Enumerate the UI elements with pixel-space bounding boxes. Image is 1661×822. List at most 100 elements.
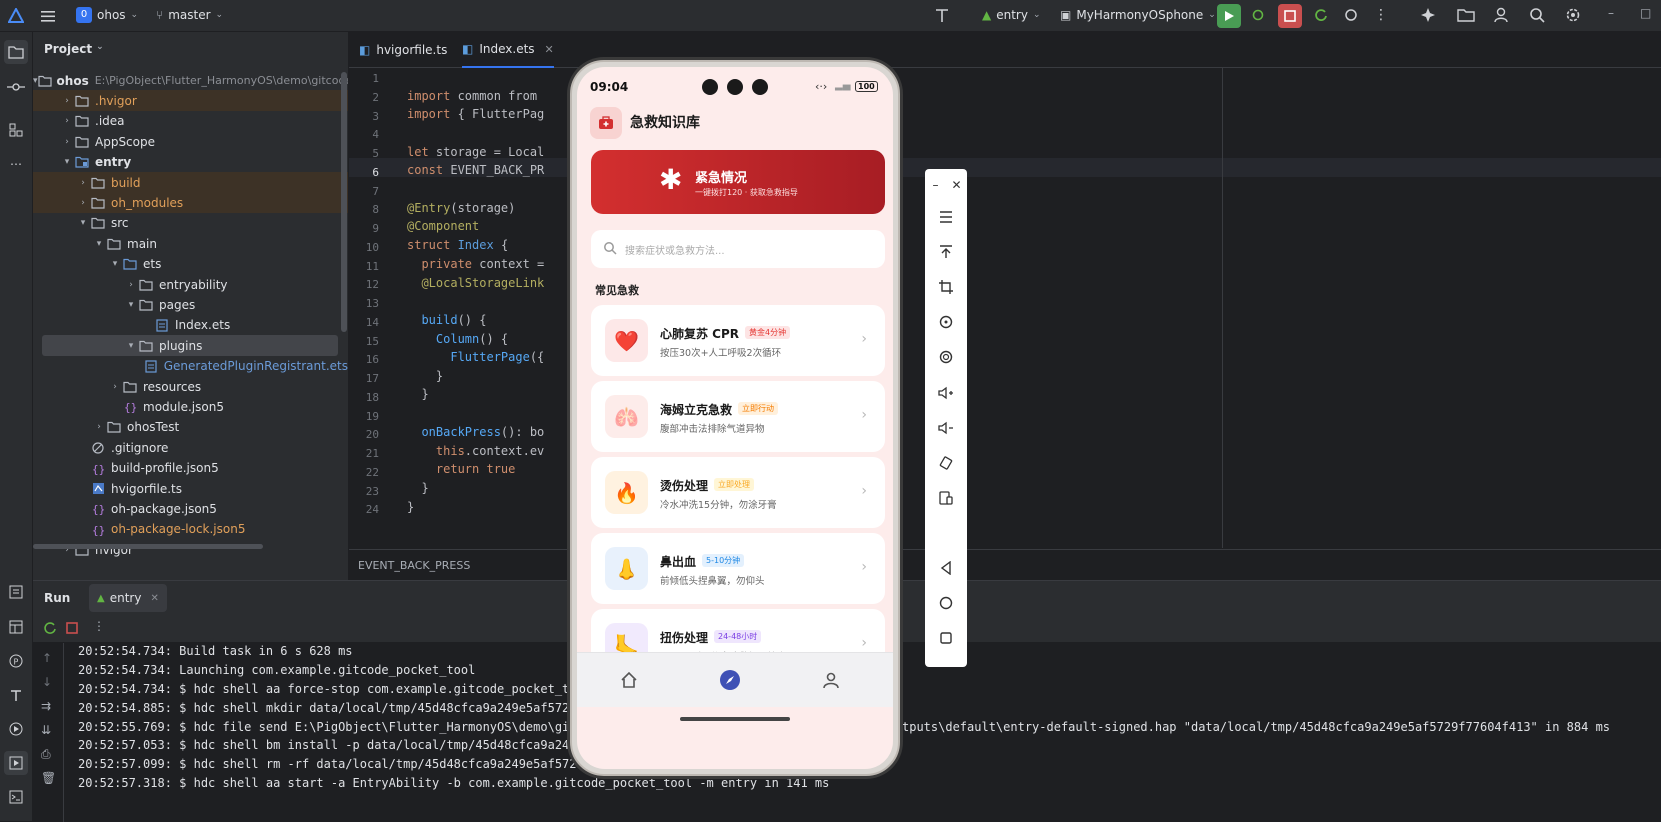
- run-config-selector[interactable]: ▲ entry ⌄: [982, 8, 1041, 22]
- tree-item[interactable]: › build: [33, 172, 348, 193]
- first-aid-card[interactable]: 👃 鼻出血 5-10分钟 前倾低头捏鼻翼，勿仰头 ›: [591, 533, 885, 604]
- soft-wrap-icon[interactable]: ⇉: [41, 699, 51, 713]
- chevron-right-icon[interactable]: ›: [124, 280, 138, 290]
- first-aid-card[interactable]: ❤️ 心肺复苏 CPR 黄金4分钟 按压30次+人工呼吸2次循环 ›: [591, 305, 885, 376]
- search-icon[interactable]: [1529, 7, 1545, 23]
- rerun-icon[interactable]: [43, 621, 57, 638]
- scroll-to-end-icon[interactable]: ⇊: [41, 723, 51, 737]
- project-selector[interactable]: 0 ohos ⌄: [76, 7, 138, 23]
- profiler-icon[interactable]: P: [4, 649, 28, 673]
- chevron-down-icon[interactable]: ▾: [124, 300, 138, 310]
- chevron-right-icon[interactable]: ›: [76, 198, 90, 208]
- notes-icon[interactable]: [4, 580, 28, 604]
- tree-item[interactable]: {} oh-package-lock.json5: [33, 519, 348, 540]
- pin-top-icon[interactable]: [925, 240, 967, 264]
- account-icon[interactable]: [1493, 7, 1509, 23]
- tree-item[interactable]: › ohosTest: [33, 417, 348, 438]
- arrow-down-icon[interactable]: ↓: [42, 675, 52, 689]
- tree-item[interactable]: {} build-profile.json5: [33, 458, 348, 479]
- chevron-right-icon[interactable]: ›: [108, 382, 122, 392]
- tab-hvigorfile[interactable]: ◧ hvigorfile.ts: [359, 32, 447, 68]
- screenshot-icon[interactable]: [925, 345, 967, 369]
- print-icon[interactable]: ⎙: [41, 747, 51, 762]
- structure-icon[interactable]: [4, 118, 28, 142]
- tree-item[interactable]: › entryability: [33, 274, 348, 295]
- build-hammer-icon[interactable]: [4, 683, 28, 707]
- device-selector[interactable]: ▣ MyHarmonyOSphone ⌄: [1060, 8, 1216, 22]
- tree-item[interactable]: .gitignore: [33, 437, 348, 458]
- volume-up-icon[interactable]: [925, 381, 967, 405]
- close-icon[interactable]: ✕: [545, 43, 554, 56]
- folder-sync-icon[interactable]: [1457, 7, 1475, 23]
- first-aid-card[interactable]: 🔥 烫伤处理 立即处理 冷水冲洗15分钟，勿涂牙膏 ›: [591, 457, 885, 528]
- rotate-device-icon[interactable]: [925, 451, 967, 475]
- main-menu-icon[interactable]: [40, 8, 56, 24]
- tree-item[interactable]: › .idea: [33, 111, 348, 132]
- breadcrumb-label[interactable]: EVENT_BACK_PRESS: [358, 559, 470, 572]
- close-icon[interactable]: ✕: [946, 173, 967, 197]
- more-vertical-icon[interactable]: ⋮: [1374, 7, 1388, 23]
- recents-icon[interactable]: [925, 626, 967, 650]
- more-vertical-icon[interactable]: ⋮: [93, 619, 105, 633]
- tree-item[interactable]: › .hvigor: [33, 90, 348, 112]
- run-tool-icon[interactable]: [4, 751, 28, 775]
- layout-icon[interactable]: [4, 615, 28, 639]
- tree-item[interactable]: ▾ pages: [33, 294, 348, 315]
- stop-icon[interactable]: [65, 621, 79, 638]
- multi-device-icon[interactable]: [925, 486, 967, 510]
- project-folder-icon[interactable]: [4, 40, 28, 64]
- tree-item[interactable]: › resources: [33, 376, 348, 397]
- stop-button[interactable]: [1278, 4, 1302, 28]
- text-tool-icon[interactable]: [934, 8, 952, 24]
- tree-item[interactable]: › AppScope: [33, 131, 348, 152]
- chevron-down-icon[interactable]: ▾: [124, 341, 138, 351]
- branch-selector[interactable]: ⑂ master ⌄: [156, 8, 223, 22]
- tab-index-ets[interactable]: ◧ Index.ets ✕: [462, 32, 554, 68]
- chevron-down-icon[interactable]: ▾: [76, 218, 90, 228]
- run-button[interactable]: [1217, 4, 1241, 28]
- arrow-up-icon[interactable]: ↑: [42, 651, 52, 665]
- maximize-icon[interactable]: □: [1640, 6, 1651, 20]
- home-icon[interactable]: [620, 671, 638, 692]
- chevron-right-icon[interactable]: ›: [60, 137, 74, 147]
- terminal-icon[interactable]: [4, 785, 28, 809]
- tree-item[interactable]: ▾ main: [33, 233, 348, 254]
- attach-debugger-icon[interactable]: [1343, 7, 1359, 23]
- run-tab-entry[interactable]: ▲ entry ✕: [89, 584, 167, 612]
- close-icon[interactable]: ✕: [150, 593, 158, 604]
- chevron-down-icon[interactable]: ▾: [108, 259, 122, 269]
- minimize-icon[interactable]: –: [925, 173, 946, 197]
- chevron-down-icon[interactable]: ▾: [92, 239, 106, 249]
- back-icon[interactable]: [925, 556, 967, 580]
- rerun-icon[interactable]: [1313, 7, 1329, 23]
- horizontal-scrollbar[interactable]: [33, 544, 263, 549]
- tree-item[interactable]: Index.ets: [33, 315, 348, 336]
- tree-item[interactable]: GeneratedPluginRegistrant.ets: [33, 356, 348, 377]
- crop-icon[interactable]: [925, 275, 967, 299]
- tree-item[interactable]: hvigorfile.ts: [33, 478, 348, 499]
- search-box[interactable]: 搜索症状或急救方法...: [591, 230, 885, 268]
- commit-icon[interactable]: [4, 75, 28, 99]
- chevron-down-icon[interactable]: ▾: [60, 157, 74, 167]
- tree-item[interactable]: {} module.json5: [33, 396, 348, 417]
- tree-item[interactable]: › oh_modules: [33, 192, 348, 214]
- minimize-icon[interactable]: –: [1608, 6, 1614, 20]
- chevron-right-icon[interactable]: ›: [92, 422, 106, 432]
- tree-item[interactable]: › hvigor: [33, 539, 348, 560]
- emergency-banner[interactable]: ✱ 紧急情况 一键拨打120 · 获取急救指导: [591, 150, 885, 214]
- chevron-right-icon[interactable]: ›: [76, 178, 90, 188]
- vertical-scrollbar[interactable]: [341, 72, 347, 332]
- first-aid-card[interactable]: 🫁 海姆立克急救 立即行动 腹部冲击法排除气道异物 ›: [591, 381, 885, 452]
- home-circle-icon[interactable]: [925, 591, 967, 615]
- project-panel-title[interactable]: Project ⌄: [44, 42, 104, 56]
- profile-icon[interactable]: [822, 671, 840, 692]
- chevron-right-icon[interactable]: ›: [60, 96, 74, 106]
- settings-gear-icon[interactable]: [1565, 7, 1581, 23]
- more-tools-icon[interactable]: ⋯: [4, 152, 28, 176]
- tree-item[interactable]: ▾ src: [33, 213, 348, 234]
- trash-icon[interactable]: 🗑: [41, 771, 56, 785]
- debug-icon[interactable]: [1250, 6, 1266, 22]
- chevron-right-icon[interactable]: ›: [60, 116, 74, 126]
- volume-down-icon[interactable]: [925, 416, 967, 440]
- tree-item[interactable]: ▾ ets: [33, 254, 348, 275]
